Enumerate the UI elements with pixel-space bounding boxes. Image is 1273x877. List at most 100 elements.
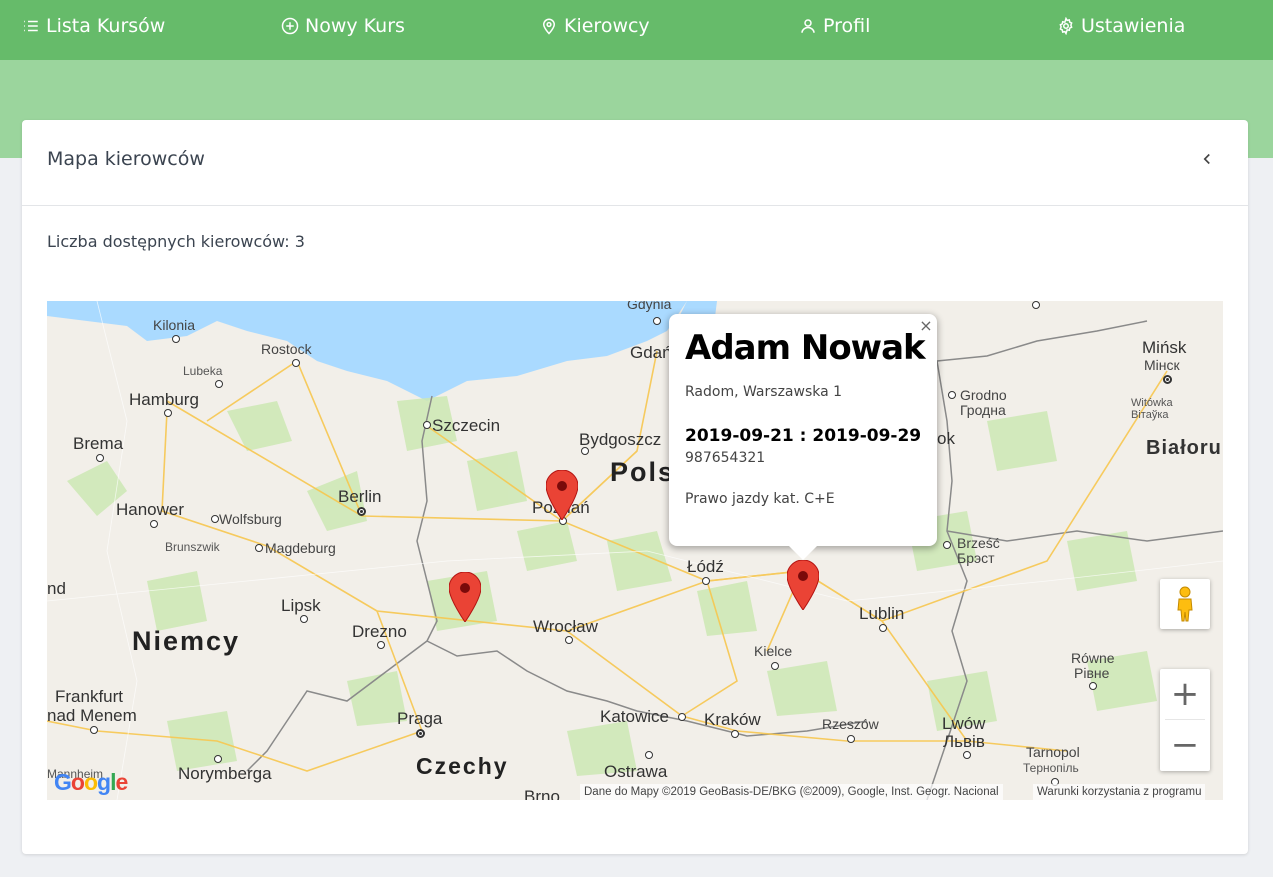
map-terms-link[interactable]: Warunki korzystania z programu bbox=[1033, 784, 1206, 800]
map-label: Lubeka bbox=[183, 364, 223, 378]
map-label: Gdań bbox=[630, 343, 672, 362]
city-dot bbox=[702, 577, 710, 585]
city-dot bbox=[292, 359, 300, 367]
map-label: Ostrawa bbox=[604, 762, 668, 781]
map-label: Witówka bbox=[1131, 397, 1173, 409]
map-label: Мінск bbox=[1144, 357, 1180, 373]
map-label: Rostock bbox=[261, 341, 312, 357]
map-label: Brema bbox=[73, 434, 124, 453]
map-label: Łódź bbox=[687, 557, 724, 576]
city-dot bbox=[96, 454, 104, 462]
zoom-in-button[interactable]: + bbox=[1160, 669, 1210, 719]
city-dot bbox=[211, 515, 219, 523]
map-label: Białoru bbox=[1146, 437, 1222, 459]
plus-circle-icon bbox=[281, 17, 299, 35]
user-icon bbox=[801, 19, 815, 33]
gear-icon bbox=[1059, 17, 1073, 35]
city-dot bbox=[423, 421, 431, 429]
map-label: Rzeszów bbox=[822, 716, 879, 732]
zoom-out-button[interactable]: − bbox=[1160, 720, 1210, 770]
map-label: Wolfsburg bbox=[219, 511, 282, 527]
map-pin-icon bbox=[542, 18, 556, 35]
city-dot bbox=[948, 391, 956, 399]
nav-label: Profil bbox=[823, 15, 871, 37]
driver-address: Radom, Warszawska 1 bbox=[685, 384, 843, 400]
map-label: Брэст bbox=[957, 550, 995, 566]
map-label: Norymberga bbox=[178, 764, 272, 783]
city-dot bbox=[653, 317, 661, 325]
nav-nowy-kurs[interactable]: Nowy Kurs bbox=[281, 13, 405, 39]
map-label: Katowice bbox=[600, 707, 669, 726]
list-icon bbox=[24, 20, 38, 32]
map-label: Тернопіль bbox=[1023, 761, 1079, 775]
nav-ustawienia[interactable]: Ustawienia bbox=[1057, 13, 1185, 39]
city-dot bbox=[214, 755, 222, 763]
driver-license: Prawo jazdy kat. C+E bbox=[685, 491, 835, 507]
google-logo[interactable]: Google bbox=[54, 769, 128, 796]
map-label: nad Menem bbox=[47, 706, 137, 725]
map-label: Grodno bbox=[960, 387, 1007, 403]
city-dot bbox=[255, 544, 263, 552]
capital-dot bbox=[1163, 375, 1172, 384]
driver-info-window: × Adam Nowak Radom, Warszawska 1 2019-09… bbox=[669, 314, 937, 560]
card-header: Mapa kierowców bbox=[22, 120, 1248, 206]
city-dot bbox=[581, 447, 589, 455]
available-drivers-count: Liczba dostępnych kierowców: 3 bbox=[47, 232, 305, 251]
nav-label: Nowy Kurs bbox=[305, 15, 405, 37]
map-label: Brunszwik bbox=[165, 540, 220, 554]
map-label: Pols bbox=[610, 457, 676, 487]
city-dot bbox=[943, 541, 951, 549]
city-dot bbox=[847, 735, 855, 743]
city-dot bbox=[963, 751, 971, 759]
map-label: Gdynia bbox=[627, 301, 672, 312]
city-dot bbox=[377, 641, 385, 649]
map-label: Львів bbox=[943, 732, 985, 751]
map-label: Brno bbox=[524, 787, 560, 800]
map-label: Berlin bbox=[338, 487, 382, 506]
city-dot bbox=[150, 520, 158, 528]
nav-profil[interactable]: Profil bbox=[799, 13, 870, 39]
driver-marker-selected[interactable] bbox=[787, 560, 819, 610]
pegman-icon bbox=[1177, 586, 1193, 622]
nav-label: Kierowcy bbox=[564, 15, 650, 37]
map-label: Brześć bbox=[957, 535, 1000, 551]
map-label: Lublin bbox=[859, 604, 905, 623]
map-label: Równe bbox=[1071, 650, 1115, 666]
city-dot bbox=[678, 713, 686, 721]
driver-name: Adam Nowak bbox=[685, 328, 926, 368]
street-view-pegman[interactable] bbox=[1160, 579, 1210, 629]
capital-dot bbox=[357, 507, 366, 516]
map-label: Kraków bbox=[704, 710, 761, 729]
nav-label: Lista Kursów bbox=[46, 15, 166, 37]
city-dot bbox=[1089, 682, 1097, 690]
map-label: Wrocław bbox=[533, 617, 598, 636]
map-label: Гродна bbox=[960, 402, 1006, 418]
map-label: Czechy bbox=[416, 753, 509, 779]
nav-label: Ustawienia bbox=[1081, 15, 1186, 37]
map-label: nd bbox=[47, 579, 66, 598]
city-dot bbox=[300, 615, 308, 623]
map-label: Szczecin bbox=[432, 416, 501, 435]
city-dot bbox=[565, 636, 573, 644]
zoom-control: + − bbox=[1160, 669, 1210, 771]
drivers-map[interactable]: Gdynia Kilonia Rostock Lubeka Hamburg Br… bbox=[47, 301, 1223, 800]
map-label: Kilonia bbox=[153, 317, 196, 333]
map-label: Drezno bbox=[352, 622, 407, 641]
city-dot bbox=[645, 751, 653, 759]
map-label: Рівне bbox=[1074, 665, 1110, 681]
chevron-left-icon[interactable] bbox=[1198, 150, 1216, 168]
top-navigation: Lista Kursów Nowy Kurs Kierowcy Profil U… bbox=[0, 0, 1273, 60]
city-dot bbox=[1032, 301, 1040, 309]
nav-kierowcy[interactable]: Kierowcy bbox=[540, 13, 650, 39]
map-label: Praga bbox=[397, 709, 443, 728]
city-dot bbox=[731, 730, 739, 738]
nav-lista-kursow[interactable]: Lista Kursów bbox=[22, 13, 165, 39]
driver-availability-dates: 2019-09-21 : 2019-09-29 bbox=[685, 426, 922, 446]
driver-marker[interactable] bbox=[449, 572, 481, 622]
driver-marker[interactable] bbox=[546, 470, 578, 520]
map-label: Tarnopol bbox=[1026, 744, 1080, 760]
capital-dot bbox=[416, 729, 425, 738]
city-dot bbox=[215, 380, 223, 388]
map-label: Magdeburg bbox=[265, 540, 336, 556]
city-dot bbox=[164, 409, 172, 417]
